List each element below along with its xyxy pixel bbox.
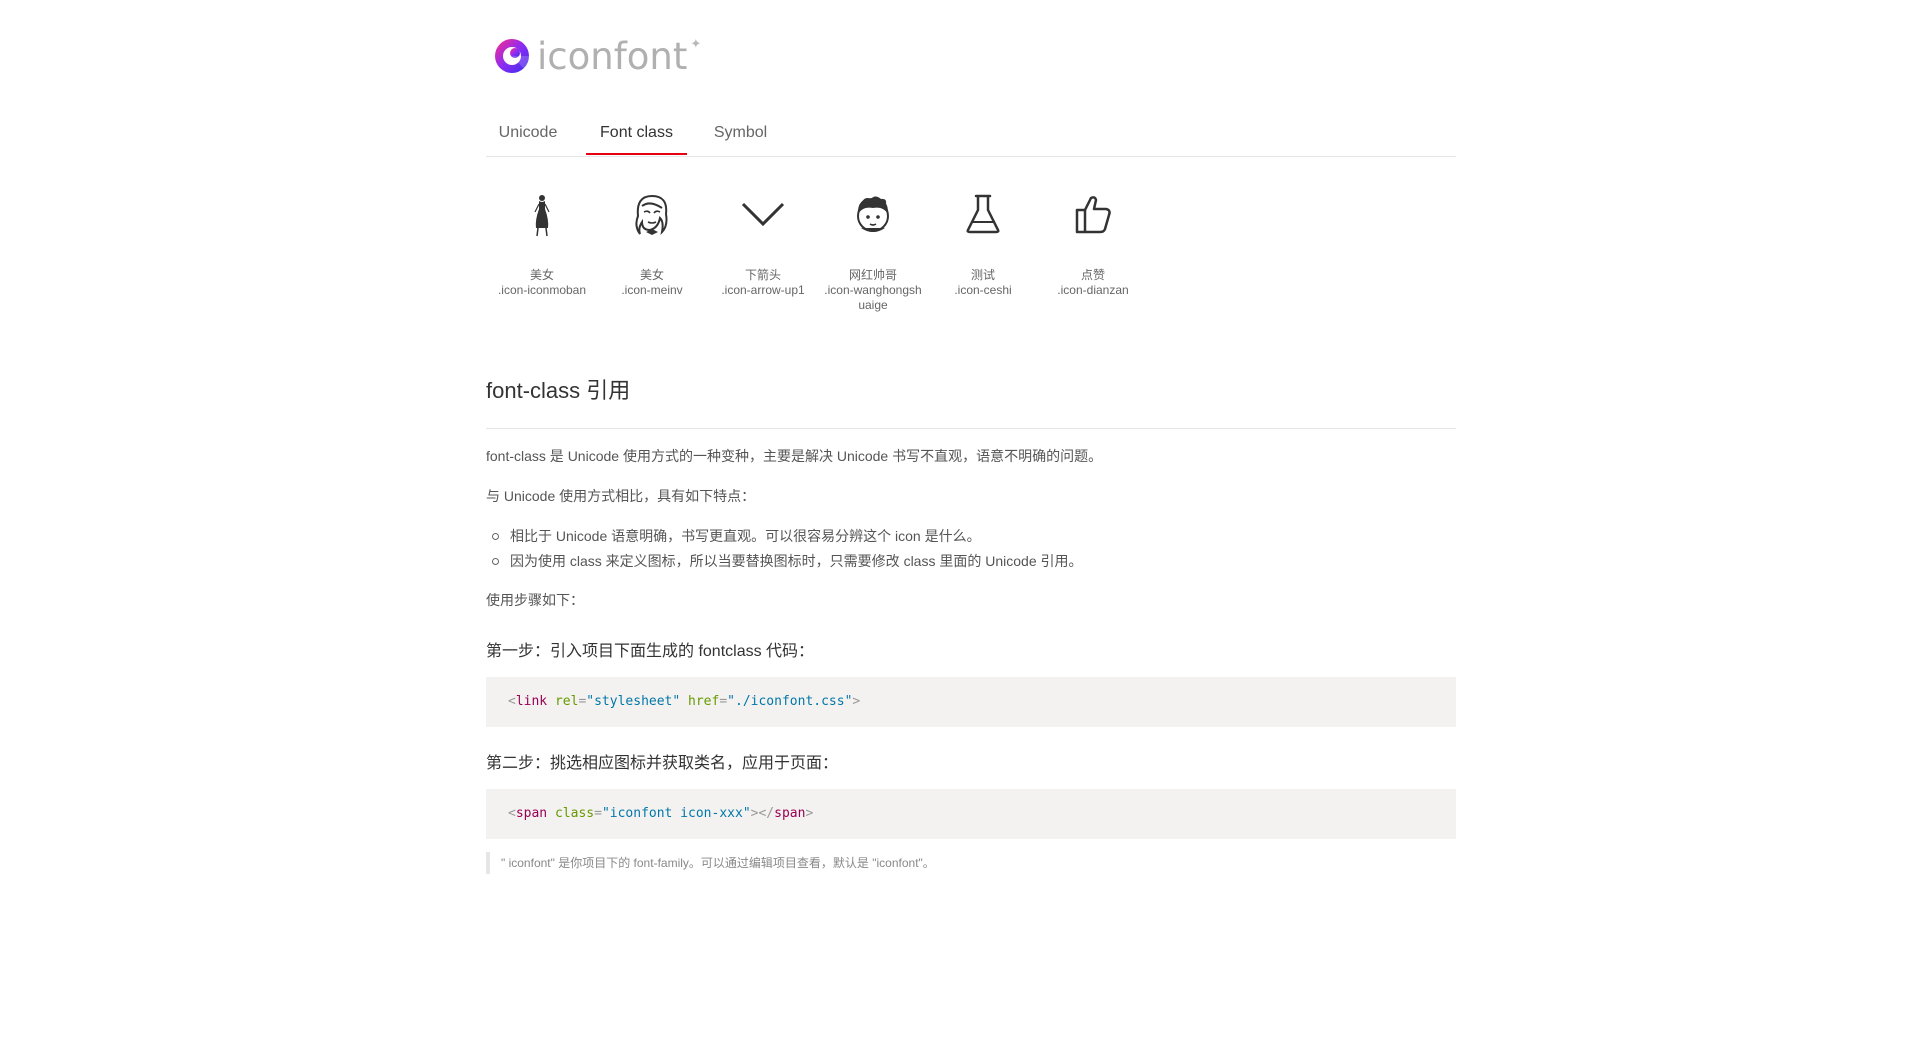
list-item: 因为使用 class 来定义图标，所以当要替换图标时，只需要修改 class 里… bbox=[486, 551, 1456, 576]
steps-intro: 使用步骤如下： bbox=[486, 592, 584, 608]
compare-text: 与 Unicode 使用方式相比，具有如下特点： bbox=[486, 488, 756, 504]
active-tab-indicator bbox=[586, 153, 687, 155]
code-string: "./iconfont.css" bbox=[727, 694, 853, 709]
icon-label: 测试 bbox=[970, 268, 995, 282]
icon-class-name: .icon-meinv bbox=[621, 283, 683, 297]
code-punct: > bbox=[852, 694, 861, 709]
icon-item-meinv[interactable]: 美女 .icon-meinv bbox=[596, 184, 708, 298]
tab-symbol[interactable]: Symbol bbox=[703, 118, 778, 155]
handsome-man-icon bbox=[857, 196, 889, 232]
icon-label: 点赞 bbox=[1080, 268, 1105, 282]
code-punct: > bbox=[805, 806, 814, 821]
icon-class-name: .icon-arrow-up1 bbox=[721, 283, 805, 297]
code-punct: = bbox=[594, 806, 602, 821]
code-punct: = bbox=[719, 694, 728, 709]
code-block-link[interactable]: <link rel="stylesheet" href="./iconfont.… bbox=[486, 677, 1456, 727]
icon-label: 下箭头 bbox=[744, 268, 781, 282]
code-punct: ></ bbox=[750, 806, 775, 821]
icon-list: 美女 .icon-iconmoban 美女 .icon-meinv 下箭头 .i… bbox=[486, 184, 1456, 334]
code-block-span[interactable]: <span class="iconfont icon-xxx"></span> bbox=[486, 789, 1456, 839]
feature-text: 相比于 Unicode 语意明确，书写更直观。可以很容易分辨这个 icon 是什… bbox=[510, 528, 981, 544]
code-string: "iconfont icon-xxx" bbox=[601, 806, 751, 821]
icon-item-wanghongshuaige[interactable]: 网红帅哥 .icon-wanghongshuaige bbox=[817, 184, 929, 313]
code-punct: < bbox=[508, 694, 516, 709]
icon-label: 网红帅哥 bbox=[848, 268, 897, 282]
code-string: "stylesheet" bbox=[586, 694, 681, 709]
icon-label: 美女 bbox=[529, 268, 554, 282]
icon-class-name: .icon-wanghongshuaige bbox=[824, 283, 922, 312]
code-attr: rel bbox=[554, 694, 579, 709]
sparkle-icon: ✦ bbox=[690, 36, 702, 51]
icon-class-name: .icon-dianzan bbox=[1057, 283, 1129, 297]
list-item: 相比于 Unicode 语意明确，书写更直观。可以很容易分辨这个 icon 是什… bbox=[486, 526, 1456, 551]
logo-text: iconfont bbox=[537, 34, 688, 78]
icon-label: 美女 bbox=[639, 268, 664, 282]
icon-item-dianzan[interactable]: 点赞 .icon-dianzan bbox=[1037, 184, 1149, 298]
feature-text: 因为使用 class 来定义图标，所以当要替换图标时，只需要修改 class 里… bbox=[510, 553, 1083, 569]
icon-class-name: .icon-iconmoban bbox=[497, 283, 587, 297]
code-tag: link bbox=[515, 694, 548, 709]
tab-font-class[interactable]: Font class bbox=[586, 118, 687, 155]
step1-heading: 第一步：引入项目下面生成的 fontclass 代码： bbox=[486, 643, 815, 660]
iconfont-logo-icon bbox=[495, 39, 530, 73]
code-punct: < bbox=[508, 806, 516, 821]
chevron-down-icon bbox=[741, 202, 785, 227]
icon-item-ceshi[interactable]: 测试 .icon-ceshi bbox=[927, 184, 1039, 298]
icon-class-name: .icon-ceshi bbox=[954, 283, 1012, 297]
intro-text: font-class 是 Unicode 使用方式的一种变种，主要是解决 Uni… bbox=[486, 448, 1103, 464]
bullet-icon bbox=[492, 558, 499, 565]
woman-portrait-icon bbox=[635, 194, 668, 236]
code-attr: class bbox=[554, 806, 595, 821]
tab-bar: Unicode Font class Symbol bbox=[486, 118, 1456, 157]
step2-heading: 第二步：挑选相应图标并获取类名，应用于页面： bbox=[486, 755, 839, 772]
icon-item-arrow-up1[interactable]: 下箭头 .icon-arrow-up1 bbox=[707, 184, 819, 298]
section-title: font-class 引用 bbox=[486, 376, 1456, 429]
flask-icon bbox=[966, 194, 1000, 234]
logo[interactable]: iconfont ✦ bbox=[494, 34, 701, 78]
code-attr: href bbox=[688, 694, 720, 709]
tab-unicode[interactable]: Unicode bbox=[486, 118, 570, 155]
woman-dress-icon bbox=[534, 195, 550, 237]
feature-list: 相比于 Unicode 语意明确，书写更直观。可以很容易分辨这个 icon 是什… bbox=[486, 526, 1456, 576]
note-blockquote: " iconfont" 是你项目下的 font-family。可以通过编辑项目查… bbox=[486, 852, 935, 874]
icon-item-iconmoban[interactable]: 美女 .icon-iconmoban bbox=[486, 184, 598, 298]
thumbs-up-icon bbox=[1075, 196, 1111, 234]
bullet-icon bbox=[492, 533, 499, 540]
code-tag: span bbox=[515, 806, 548, 821]
code-tag: span bbox=[774, 806, 806, 821]
